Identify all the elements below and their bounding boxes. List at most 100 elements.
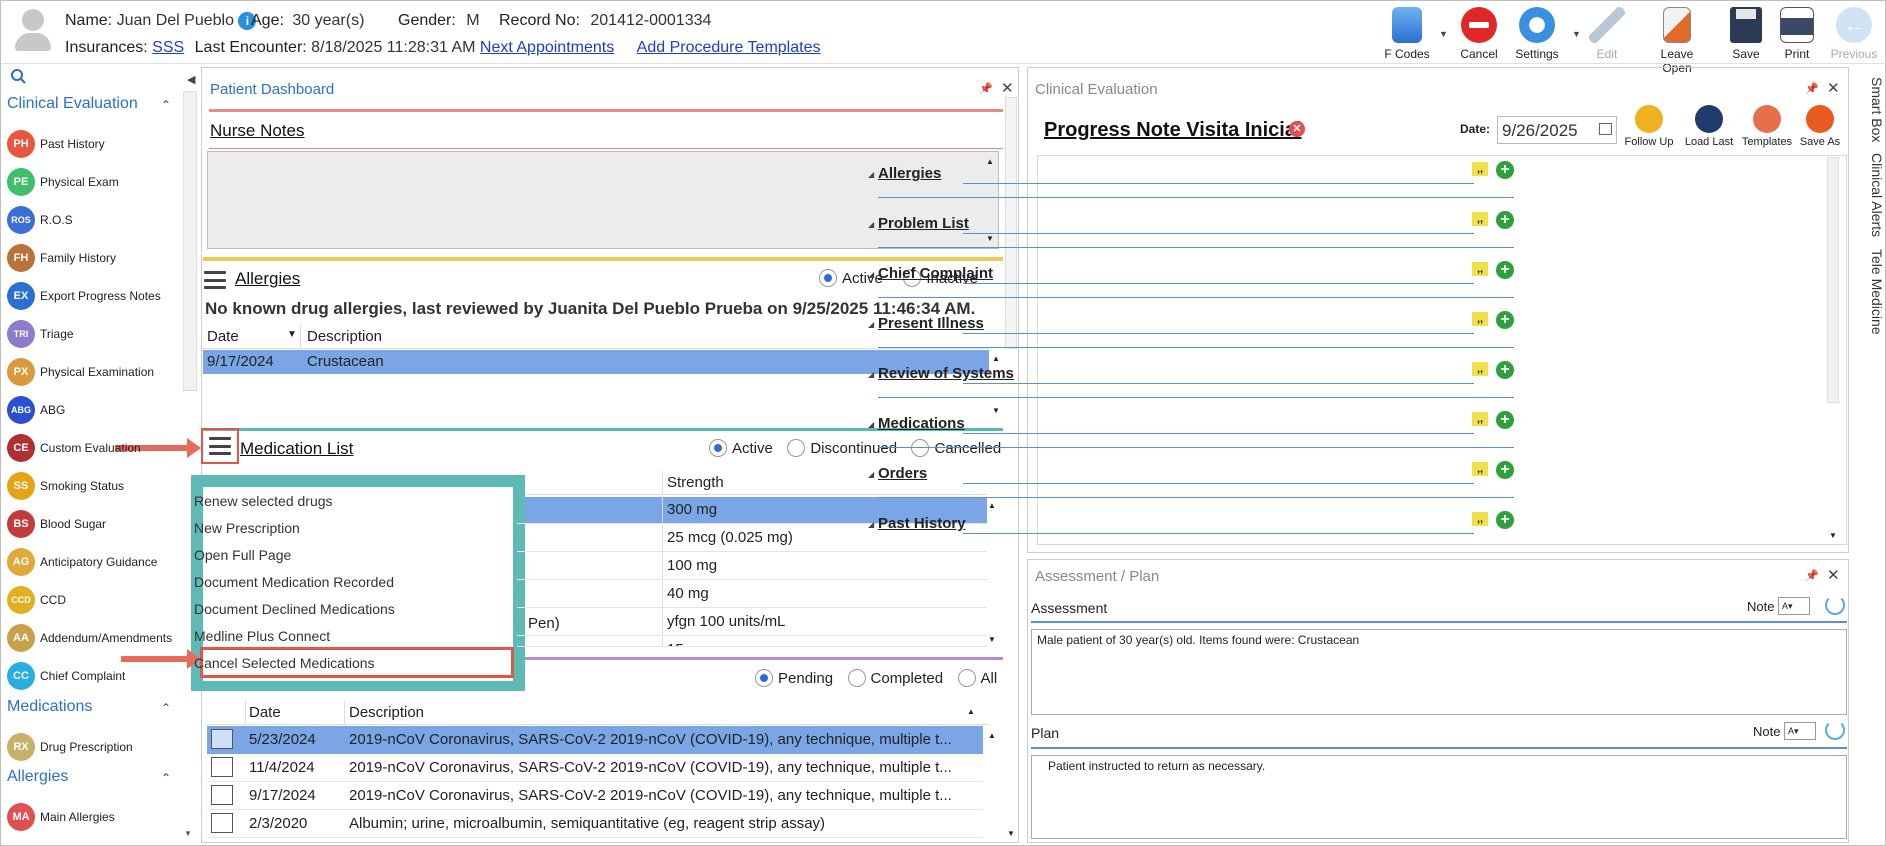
menu-item-document-declined-medications[interactable]: Document Declined Medications — [194, 601, 395, 617]
side-tab-clinical-alerts[interactable]: Clinical Alerts — [1869, 153, 1885, 237]
table-row[interactable]: 100 mg — [517, 553, 987, 580]
ce-section-problem-list[interactable]: ◢ Problem List ‚, + — [868, 211, 1514, 254]
dashboard-scroll-down-icon[interactable]: ▼ — [1007, 829, 1015, 838]
leave-open-button[interactable]: Leave Open — [1646, 7, 1708, 75]
orders-header-scroll-up-icon[interactable]: ▲ — [967, 707, 975, 716]
row-checkbox[interactable] — [211, 757, 233, 777]
sidebar-item-drug-prescription[interactable]: RX Drug Prescription — [7, 731, 187, 763]
sidebar-item-custom-evaluation[interactable]: CE Custom Evaluation — [7, 432, 187, 464]
med-col-strength[interactable]: Strength — [667, 474, 724, 491]
add-icon[interactable]: + — [1496, 511, 1514, 529]
close-icon[interactable]: ✕ — [1001, 79, 1014, 97]
allergy-col-date[interactable]: Date — [207, 328, 239, 345]
med-scroll-down-icon[interactable]: ▼ — [988, 635, 996, 644]
expand-icon[interactable]: ◢ — [868, 270, 874, 279]
ce-section-label[interactable]: Past History — [878, 515, 966, 532]
expand-icon[interactable]: ◢ — [868, 220, 874, 229]
orders-all-radio[interactable] — [957, 669, 976, 687]
sidebar-item-chief-complaint[interactable]: CC Chief Complaint — [7, 660, 187, 692]
medication-menu-button[interactable] — [201, 428, 239, 464]
ce-section-allergies[interactable]: ◢ Allergies ‚, + — [868, 161, 1514, 204]
side-tab-smart-box[interactable]: Smart Box — [1869, 77, 1885, 142]
sidebar-item-physical-examination[interactable]: PX Physical Examination — [7, 356, 187, 388]
quote-icon[interactable]: ‚, — [1472, 512, 1488, 526]
plan-textarea[interactable]: Patient instructed to return as necessar… — [1031, 755, 1847, 839]
ce-section-label[interactable]: Review of Systems — [878, 365, 1014, 382]
sidebar-item-past-history[interactable]: PH Past History — [7, 128, 187, 160]
menu-item-new-prescription[interactable]: New Prescription — [194, 520, 300, 536]
ce-section-past-history[interactable]: ◢ Past History ‚, + — [868, 511, 1514, 554]
menu-item-medline-plus-connect[interactable]: Medline Plus Connect — [194, 628, 330, 644]
save-as-button[interactable]: Save As — [1795, 105, 1845, 148]
expand-icon[interactable]: ◢ — [868, 170, 874, 179]
fcodes-button[interactable]: F Codes — [1377, 7, 1437, 61]
remove-note-icon[interactable]: ✕ — [1289, 121, 1305, 137]
sidebar-item-ccd[interactable]: CCD CCD — [7, 584, 187, 616]
sidebar-item-blood-sugar[interactable]: BS Blood Sugar — [7, 508, 187, 540]
quote-icon[interactable]: ‚, — [1472, 312, 1488, 326]
sidebar-item-r-o-s[interactable]: ROS R.O.S — [7, 204, 187, 236]
add-icon[interactable]: + — [1496, 461, 1514, 479]
ce-section-label[interactable]: Problem List — [878, 215, 969, 232]
sidebar-section-clinical[interactable]: Clinical Evaluation — [7, 95, 138, 113]
sidebar-item-addendum-amendments[interactable]: AA Addendum/Amendments — [7, 622, 187, 654]
sidebar-item-anticipatory-guidance[interactable]: AG Anticipatory Guidance — [7, 546, 187, 578]
add-icon[interactable]: + — [1496, 161, 1514, 179]
assessment-pin-icon[interactable]: 📌 — [1805, 569, 1819, 582]
menu-item-document-medication-recorded[interactable]: Document Medication Recorded — [194, 574, 394, 590]
orders-pending-radio[interactable] — [755, 669, 773, 687]
insurance-link[interactable]: SSS — [152, 39, 184, 56]
search-icon[interactable] — [11, 69, 27, 85]
ce-section-present-illness[interactable]: ◢ Present Illness ‚, + — [868, 311, 1514, 354]
table-row[interactable]: 5/23/2024 2019-nCoV Coronavirus, SARS-CoV… — [207, 726, 983, 754]
clinical-scroll-down-icon[interactable]: ▼ — [1829, 531, 1837, 540]
settings-button[interactable]: Settings — [1507, 7, 1567, 61]
orders-col-date[interactable]: Date — [249, 704, 281, 721]
table-row[interactable]: 9/17/2024 2019-nCoV Coronavirus, SARS-CoV… — [207, 782, 983, 810]
date-input[interactable]: 9/26/2025 — [1497, 116, 1617, 144]
follow-up-button[interactable]: Follow Up — [1621, 105, 1677, 148]
ce-section-review-of-systems[interactable]: ◢ Review of Systems ‚, + — [868, 361, 1514, 404]
med-active-radio[interactable] — [709, 439, 727, 457]
add-icon[interactable]: + — [1496, 411, 1514, 429]
sidebar-item-family-history[interactable]: FH Family History — [7, 242, 187, 274]
assessment-refresh-icon[interactable] — [1825, 595, 1845, 615]
collapse-section-icon[interactable]: ⌃ — [161, 98, 171, 112]
orders-col-description[interactable]: Description — [349, 704, 424, 721]
expand-icon[interactable]: ◢ — [868, 420, 874, 429]
orders-completed-radio[interactable] — [847, 669, 866, 687]
orders-scroll-up-icon[interactable]: ▲ — [988, 731, 996, 740]
expand-icon[interactable]: ◢ — [868, 370, 874, 379]
add-icon[interactable]: + — [1496, 261, 1514, 279]
quote-icon[interactable]: ‚, — [1472, 262, 1488, 276]
row-checkbox[interactable] — [211, 729, 233, 749]
sidebar-item-main-allergies[interactable]: MA Main Allergies — [7, 801, 187, 833]
add-icon[interactable]: + — [1496, 211, 1514, 229]
plan-refresh-icon[interactable] — [1825, 720, 1845, 740]
add-procedure-templates-link[interactable]: Add Procedure Templates — [637, 39, 821, 56]
expand-icon[interactable]: ◢ — [868, 470, 874, 479]
expand-icon[interactable]: ◢ — [868, 320, 874, 329]
collapse-section-icon[interactable]: ⌃ — [161, 771, 171, 785]
fcodes-dropdown-icon[interactable]: ▼ — [1439, 29, 1448, 39]
med-discontinued-radio[interactable] — [787, 439, 806, 457]
clinical-close-icon[interactable]: ✕ — [1827, 79, 1840, 97]
previous-button[interactable]: ← Previous — [1823, 7, 1885, 61]
edit-button[interactable]: Edit — [1577, 7, 1637, 61]
calendar-icon[interactable] — [1599, 123, 1612, 135]
table-row[interactable]: 2/3/2020 Albumin; urine, microalbumin, se… — [207, 810, 983, 838]
sidebar-section-allergies[interactable]: Allergies — [7, 768, 68, 786]
add-icon[interactable]: + — [1496, 311, 1514, 329]
ce-section-orders[interactable]: ◢ Orders ‚, + — [868, 461, 1514, 504]
quote-icon[interactable]: ‚, — [1472, 412, 1488, 426]
cancel-button[interactable]: Cancel — [1449, 7, 1509, 61]
assessment-close-icon[interactable]: ✕ — [1827, 566, 1840, 584]
ce-section-label[interactable]: Medications — [878, 415, 965, 432]
ce-section-label[interactable]: Chief Complaint — [878, 265, 993, 282]
plan-note-format-dropdown[interactable]: A▾ — [1784, 722, 1816, 740]
menu-item-renew-selected-drugs[interactable]: Renew selected drugs — [194, 493, 333, 509]
ce-section-medications[interactable]: ◢ Medications ‚, + — [868, 411, 1514, 454]
side-tab-tele-medicine[interactable]: Tele Medicine — [1869, 249, 1885, 335]
quote-icon[interactable]: ‚, — [1472, 162, 1488, 176]
ce-section-label[interactable]: Orders — [878, 465, 927, 482]
